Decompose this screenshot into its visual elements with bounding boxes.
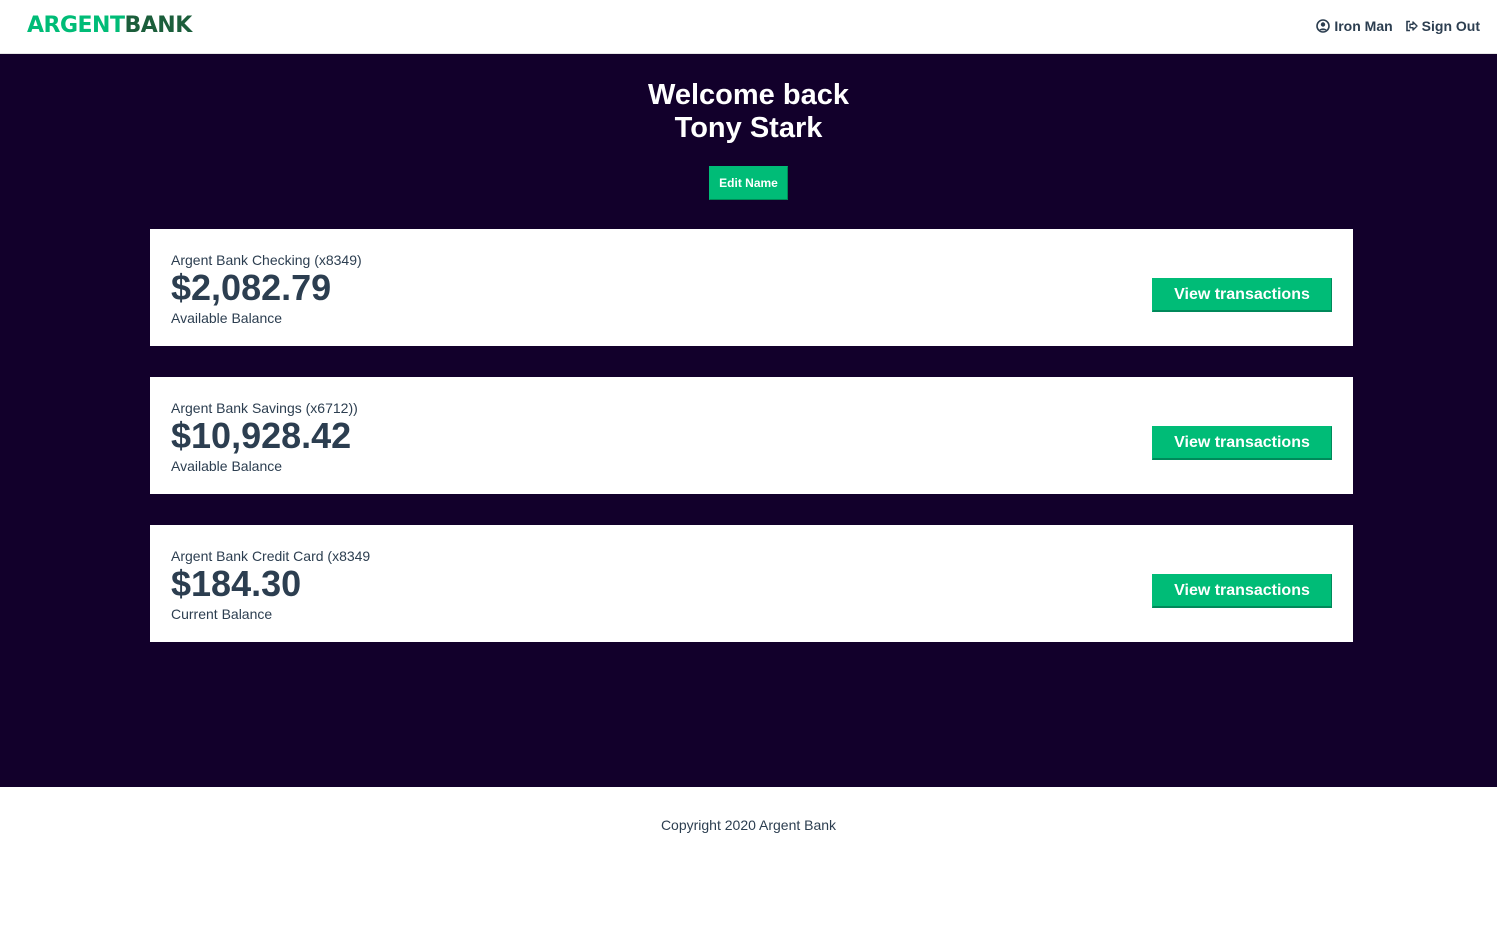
view-transactions-button[interactable]: View transactions	[1152, 574, 1332, 608]
account-amount: $184.30	[171, 563, 302, 604]
account-title: Argent Bank Checking (x8349)	[171, 252, 362, 268]
view-transactions-button[interactable]: View transactions	[1152, 426, 1332, 460]
view-transactions-button[interactable]: View transactions	[1152, 278, 1332, 312]
main-content: Welcome back Tony Stark Edit Name Argent…	[0, 54, 1497, 787]
account-amount-description: Available Balance	[171, 310, 283, 326]
user-profile-link[interactable]: Iron Man	[1316, 18, 1393, 34]
user-full-name: Tony Stark	[674, 112, 823, 144]
copyright-text: Copyright 2020 Argent Bank	[660, 817, 837, 833]
account-card-credit: Argent Bank Credit Card (x8349 $184.30 C…	[150, 525, 1353, 642]
logo-text-bank: BANK	[124, 13, 192, 38]
logo[interactable]: ARGENTBANK	[27, 12, 192, 40]
nav-actions: Iron Man Sign Out	[1304, 17, 1480, 35]
account-card-checking: Argent Bank Checking (x8349) $2,082.79 A…	[150, 229, 1353, 346]
logo-text-argent: ARGENT	[27, 13, 125, 38]
sign-out-label: Sign Out	[1421, 18, 1480, 34]
sign-out-link[interactable]: Sign Out	[1405, 18, 1480, 34]
sign-out-icon	[1405, 20, 1418, 32]
welcome-line: Welcome back	[648, 79, 849, 111]
edit-name-button[interactable]: Edit Name	[709, 166, 788, 200]
account-amount: $2,082.79	[171, 267, 332, 308]
account-amount-description: Current Balance	[171, 606, 273, 622]
user-name: Iron Man	[1334, 18, 1393, 34]
welcome-header: Welcome back Tony Stark Edit Name	[0, 54, 1497, 200]
main-nav: ARGENTBANK Iron Man Sign Out	[0, 0, 1497, 54]
welcome-heading: Welcome back Tony Stark	[0, 79, 1497, 145]
user-circle-icon	[1316, 19, 1331, 33]
account-title: Argent Bank Savings (x6712))	[171, 400, 358, 416]
account-amount-description: Available Balance	[171, 458, 283, 474]
account-amount: $10,928.42	[171, 415, 352, 456]
account-card-savings: Argent Bank Savings (x6712)) $10,928.42 …	[150, 377, 1353, 494]
footer: Copyright 2020 Argent Bank	[0, 787, 1497, 942]
account-title: Argent Bank Credit Card (x8349	[171, 548, 371, 564]
